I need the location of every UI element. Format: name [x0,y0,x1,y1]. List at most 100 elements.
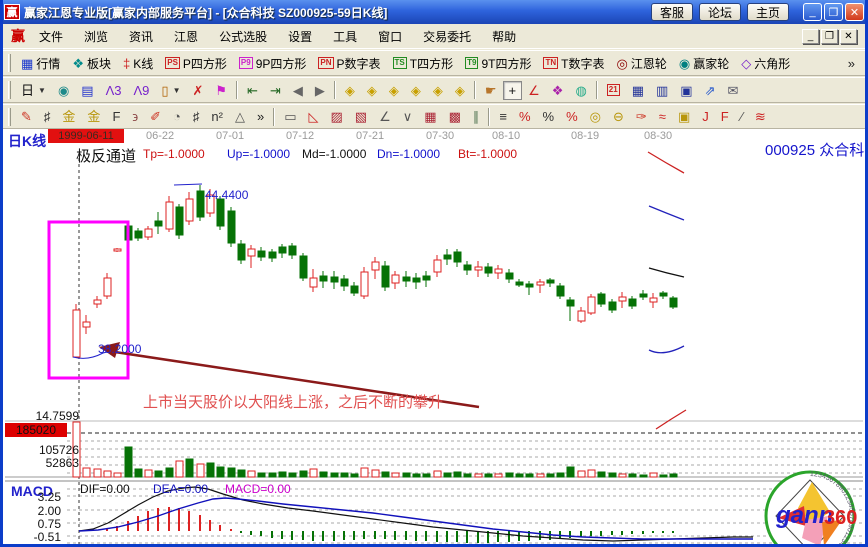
minimize-button[interactable]: _ [803,3,822,21]
doc-minimize-button[interactable]: _ [802,29,819,44]
menu-item-gann[interactable]: 江恩 [174,28,198,45]
period-day-dropdown-button[interactable]: 日▼ [15,81,52,100]
nav-next-button[interactable]: ▶ [309,81,331,100]
sectors-button[interactable]: ❖板块 [66,53,117,74]
golden-well-button[interactable]: 金 [56,107,81,126]
f-square-button[interactable]: F [106,107,126,126]
percent-button[interactable]: % [537,107,561,126]
menu-item-tools[interactable]: 工具 [333,28,357,45]
menu-item-settings[interactable]: 设置 [288,28,312,45]
hash-grid-button[interactable]: ♯ [187,107,206,126]
menu-item-formula-stock-pick[interactable]: 公式选股 [219,28,267,45]
p9-square-button[interactable]: P99P四方形 [233,53,312,74]
menu-item-file[interactable]: 文件 [39,28,63,45]
vee-lines-button[interactable]: ∨ [397,107,419,126]
notes-button[interactable]: ▥ [650,81,674,100]
n-square-button[interactable]: n² [205,107,229,126]
figure-tool-button[interactable]: ✗ [187,81,210,100]
step-9-button[interactable]: Λ9 [128,81,156,100]
fan-lines-button[interactable]: ◺ [303,107,325,126]
step-3-button[interactable]: Λ3 [100,81,128,100]
wave-tool-button[interactable]: ≈ [653,107,672,126]
pen-tool-button[interactable]: ✎ [15,107,38,126]
cycle-clock-button[interactable]: ◔ [167,107,187,126]
speed-line-button[interactable]: ∕ [735,107,749,126]
calendar-button[interactable]: 21 [601,82,626,98]
brush-tool-button[interactable]: ✑ [630,107,653,126]
hand-tool-button[interactable]: ☛ [479,81,503,100]
p-square-button[interactable]: PSP四方形 [159,53,233,74]
close-button[interactable]: ✕ [845,3,864,21]
mail-print-button[interactable]: ✉ [721,81,744,100]
titlebar-button-support[interactable]: 客服 [651,3,693,21]
winner-wheel-button[interactable]: ◉赢家轮 [673,53,735,74]
nav-first-button[interactable]: ⇤ [241,81,264,100]
gann-grid-button[interactable]: ♯ [38,107,57,126]
f-angle-button[interactable]: F [715,107,735,126]
angle-lines-button[interactable]: ∠ [373,107,397,126]
kline-view-button[interactable]: ‡K线 [117,53,159,74]
menu-item-help[interactable]: 帮助 [492,28,516,45]
gann-wheel-button[interactable]: ◎江恩轮 [611,53,673,74]
chart-canvas[interactable]: 1234567890123456789012345678901234567890… [3,129,865,547]
quad-line-button[interactable]: ≋ [749,107,772,126]
compress-all-button[interactable]: ◈ [449,81,471,100]
price-grid-2-button[interactable]: ▩ [443,107,467,126]
expand-horizontal-button[interactable]: ◈ [383,81,405,100]
marker-dropdown-button[interactable]: ▯▼ [155,81,186,100]
stock-code-name[interactable]: 000925 众合科技 [765,139,865,160]
percent-line-button[interactable]: % [513,107,537,126]
figure-draw-button[interactable]: ✐ [144,107,167,126]
t-number-table-button[interactable]: TNT数字表 [537,53,610,74]
flag-chart-button[interactable]: ⚑ [209,81,233,100]
t-square-button[interactable]: TST四方形 [387,53,460,74]
t9-square-button[interactable]: T99T四方形 [459,53,537,74]
spiral-button[interactable]: ϶ [126,107,144,126]
angle-measure-button[interactable]: ∠ [522,81,546,100]
golden-line-button[interactable]: ⊖ [607,107,630,126]
market-quotes-button[interactable]: ▦行情 [15,53,66,74]
zoom-out-horizontal-button[interactable]: ◈ [339,81,361,100]
save-button[interactable]: ▣ [674,81,698,100]
zoom-in-horizontal-icon: ◈ [367,83,377,98]
golden-box-button[interactable]: ▣ [672,107,696,126]
menu-item-browse[interactable]: 浏览 [84,28,108,45]
menu-item-window[interactable]: 窗口 [378,28,402,45]
zoom-in-horizontal-button[interactable]: ◈ [361,81,383,100]
nav-prev-button[interactable]: ◀ [287,81,309,100]
overflow-more-button[interactable]: » [251,107,270,126]
doc-restore-button[interactable]: ❐ [821,29,838,44]
toolbar-overflow-icon[interactable]: » [848,56,855,71]
period-label[interactable]: 日K线 [8,131,46,151]
crosshair-tool-button[interactable]: + [503,81,523,100]
titlebar-button-home[interactable]: 主页 [747,3,789,21]
menu-item-news[interactable]: 资讯 [129,28,153,45]
calculator-button[interactable]: ▦ [626,81,650,100]
nav-last-button[interactable]: ⇥ [264,81,287,100]
box-tool-button[interactable]: ▭ [278,107,302,126]
cycle-tool-button[interactable]: ◍ [569,81,592,100]
gann-mark-button[interactable]: ❖ [546,81,570,100]
percent-under-button[interactable]: % [560,107,584,126]
compress-horizontal-button[interactable]: ◈ [405,81,427,100]
menu-item-trade-entrust[interactable]: 交易委托 [423,28,471,45]
fan-grid-2-button[interactable]: ▧ [349,107,373,126]
info-list-button[interactable]: ▤ [75,81,99,100]
titlebar-button-forum[interactable]: 论坛 [699,3,741,21]
fan-grid-button[interactable]: ▨ [325,107,349,126]
histogram-tool-button[interactable]: ≡ [493,107,513,126]
parallel-lines-button[interactable]: ∥ [467,107,486,126]
doc-close-button[interactable]: ✕ [840,29,857,44]
golden-circle-button[interactable]: ◎ [584,107,607,126]
export-button[interactable]: ⇗ [699,81,722,100]
golden-well-2-button[interactable]: 金 [81,107,106,126]
j-angle-button[interactable]: J [696,107,715,126]
indicator-name[interactable]: 极反通道 [76,145,136,166]
price-grid-button[interactable]: ▦ [418,107,442,126]
compass-button[interactable]: △ [229,107,251,126]
pattern-view-button[interactable]: ◉ [52,81,75,100]
expand-all-button[interactable]: ◈ [427,81,449,100]
hexagon-button[interactable]: ◇六角形 [735,53,796,74]
maximize-button[interactable]: ❐ [824,3,843,21]
p-number-table-button[interactable]: PNP数字表 [312,53,386,74]
